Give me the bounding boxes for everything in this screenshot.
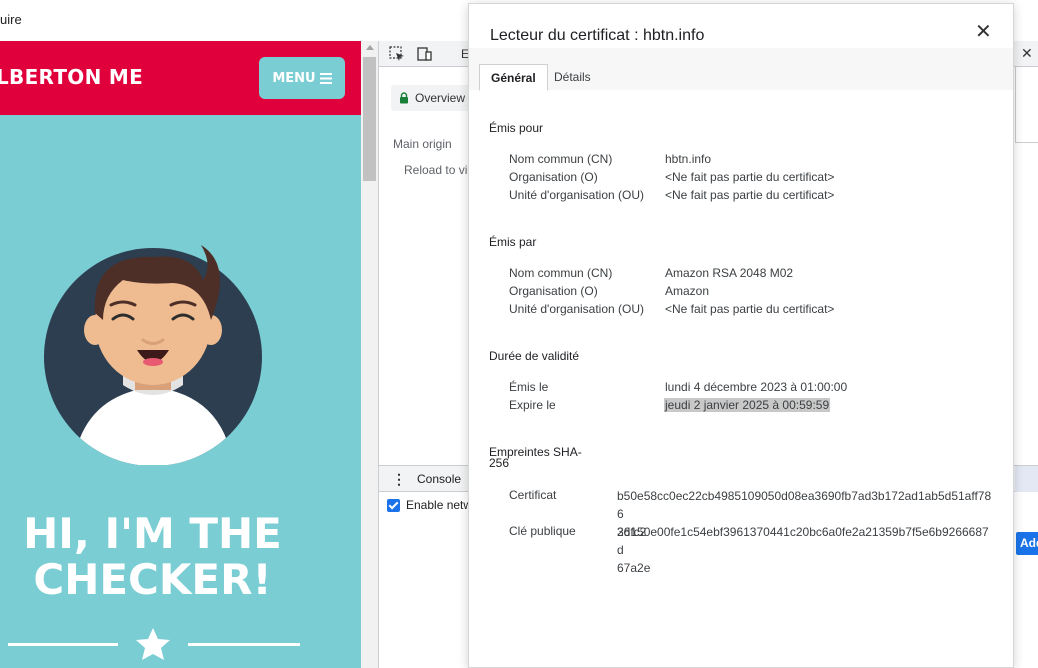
fingerprints-heading-line-2: 256 bbox=[489, 456, 510, 470]
lock-icon bbox=[400, 92, 408, 104]
website-preview: LBERTON ME MENU HI, I'M THE CHECKER! bbox=[0, 41, 361, 668]
devtools-close-icon[interactable]: ✕ bbox=[1021, 45, 1033, 62]
enable-network-label: Enable netw bbox=[406, 498, 473, 512]
field-label: Émis le bbox=[509, 380, 549, 394]
field-value: hbtn.info bbox=[665, 152, 712, 166]
field-label: Nom commun (CN) bbox=[509, 266, 613, 280]
site-brand[interactable]: LBERTON ME bbox=[0, 65, 143, 89]
fingerprint-line: b50e58cc0ec22cb4985109050d08ea3690fb7ad3… bbox=[617, 489, 992, 521]
dialog-title: Lecteur du certificat : hbtn.info bbox=[490, 27, 705, 44]
hamburger-icon bbox=[319, 72, 332, 84]
enable-network-option[interactable]: Enable netw bbox=[387, 498, 472, 512]
field-value: Amazon RSA 2048 M02 bbox=[665, 266, 794, 280]
field-value: Amazon bbox=[665, 284, 710, 298]
main-origin-label: Main origin bbox=[393, 137, 452, 151]
tab-console[interactable]: Console bbox=[417, 472, 461, 486]
field-label: Organisation (O) bbox=[509, 170, 598, 184]
field-label: Expire le bbox=[509, 398, 556, 412]
avatar-illustration bbox=[44, 245, 262, 465]
menu-label: MENU bbox=[272, 70, 316, 86]
field-value: lundi 4 décembre 2023 à 01:00:00 bbox=[665, 380, 848, 394]
device-toolbar-icon[interactable] bbox=[416, 46, 432, 62]
hero-heading: HI, I'M THE CHECKER! bbox=[0, 511, 305, 603]
dialog-tab-bar: Général Détails bbox=[469, 48, 1013, 91]
fingerprint-label: Clé publique bbox=[509, 524, 576, 538]
dialog-body: Émis pour Nom commun (CN) hbtn.info Orga… bbox=[469, 90, 1013, 668]
menu-button[interactable]: MENU bbox=[259, 57, 345, 99]
issued-to-heading: Émis pour bbox=[489, 121, 544, 135]
hero-line-1: HI, I'M THE bbox=[23, 509, 282, 558]
tab-general[interactable]: Général bbox=[479, 64, 548, 91]
fingerprint-label: Certificat bbox=[509, 488, 557, 502]
reload-hint[interactable]: Reload to vie bbox=[404, 163, 474, 177]
validity-heading: Durée de validité bbox=[489, 349, 580, 363]
issued-by-heading: Émis par bbox=[489, 235, 537, 249]
fingerprints-heading: Empreintes SHA- 256 bbox=[489, 446, 582, 470]
field-label: Unité d'organisation (OU) bbox=[509, 188, 645, 202]
fingerprint-value: 3d150e00fe1c54ebf3961370441c20bc6a0fe2a2… bbox=[617, 523, 995, 577]
certificate-viewer-dialog: Lecteur du certificat : hbtn.info ✕ Géné… bbox=[468, 3, 1014, 668]
field-value: <Ne fait pas partie du certificat> bbox=[665, 170, 835, 184]
panel-divider bbox=[1015, 67, 1016, 142]
fingerprint-line: 67a2e bbox=[617, 561, 651, 575]
site-header: LBERTON ME MENU bbox=[0, 41, 361, 115]
field-label: Organisation (O) bbox=[509, 284, 598, 298]
overview-label: Overview bbox=[415, 91, 466, 105]
field-value: <Ne fait pas partie du certificat> bbox=[665, 188, 835, 202]
drawer-close-area[interactable] bbox=[1015, 466, 1038, 492]
panel-divider bbox=[1015, 142, 1038, 143]
hero-line-2: CHECKER! bbox=[33, 555, 272, 604]
screen: uire LBERTON ME MENU HI, I'M THE CHECKER… bbox=[0, 0, 1038, 668]
field-label: Nom commun (CN) bbox=[509, 152, 613, 166]
scrollbar-thumb[interactable] bbox=[363, 57, 376, 181]
tab-details[interactable]: Détails bbox=[543, 64, 602, 91]
breadcrumb: uire bbox=[0, 12, 22, 27]
fingerprint-line: 3d150e00fe1c54ebf3961370441c20bc6a0fe2a2… bbox=[617, 525, 989, 557]
add-button[interactable]: Add bbox=[1016, 532, 1038, 555]
enable-network-checkbox[interactable] bbox=[387, 498, 400, 512]
expiry-value-selected[interactable]: jeudi 2 janvier 2025 à 00:59:59 bbox=[664, 398, 831, 412]
star-divider bbox=[8, 628, 300, 660]
scroll-up-arrow-icon[interactable] bbox=[366, 45, 374, 50]
field-value: <Ne fait pas partie du certificat> bbox=[665, 302, 835, 316]
close-icon[interactable]: ✕ bbox=[975, 22, 992, 42]
more-options-icon[interactable]: ⋮ bbox=[392, 471, 406, 488]
star-icon bbox=[136, 628, 170, 660]
field-label: Unité d'organisation (OU) bbox=[509, 302, 645, 316]
inspect-element-icon[interactable] bbox=[389, 46, 405, 62]
